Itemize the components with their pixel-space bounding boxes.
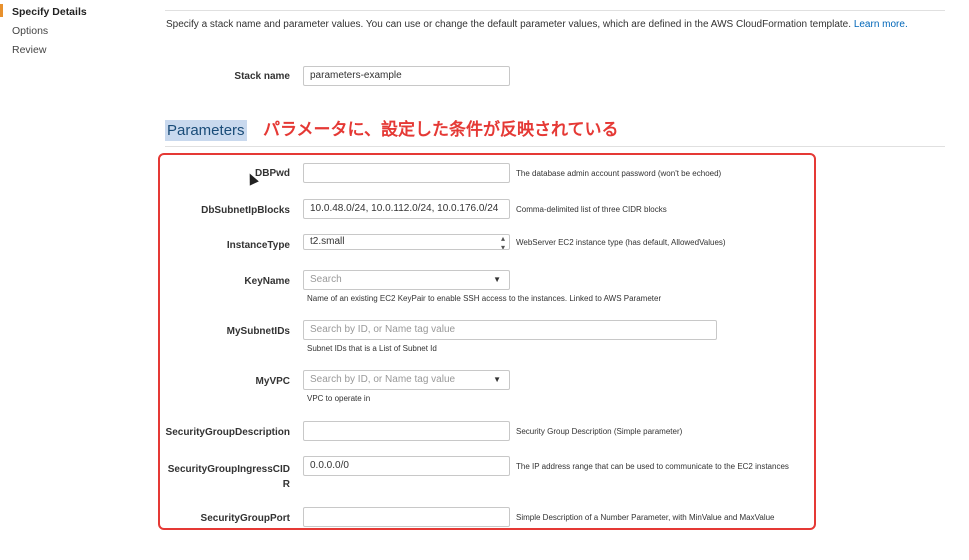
active-step-indicator xyxy=(0,4,3,17)
select-arrows-icon: ▴ ▾ xyxy=(500,234,505,250)
dbpwd-input[interactable] xyxy=(303,163,510,183)
parameters-heading: Parameters xyxy=(165,120,247,141)
instancetype-label: InstanceType xyxy=(226,240,290,251)
keyname-label: KeyName xyxy=(244,276,290,287)
intro-description: Specify a stack name and parameter value… xyxy=(166,19,852,30)
divider xyxy=(165,146,945,147)
sgingress-label-line2: R xyxy=(282,479,290,490)
mysubnetids-input[interactable]: Search by ID, or Name tag value xyxy=(303,320,717,340)
instancetype-select[interactable]: t2.small ▴ ▾ xyxy=(303,234,510,250)
dbpwd-label: DBPwd xyxy=(255,168,290,179)
sgport-hint: Simple Description of a Number Parameter… xyxy=(516,513,775,522)
annotation-text: パラメータに、設定した条件が反映されている xyxy=(263,120,619,139)
instancetype-value: t2.small xyxy=(310,236,345,247)
dbpwd-hint: The database admin account password (won… xyxy=(516,169,722,178)
instancetype-hint: WebServer EC2 instance type (has default… xyxy=(516,238,726,247)
sgingress-hint: The IP address range that can be used to… xyxy=(516,462,789,471)
myvpc-label: MyVPC xyxy=(255,376,290,387)
step-specify-details[interactable]: Specify Details xyxy=(12,6,87,18)
dbsubnet-label: DbSubnetIpBlocks xyxy=(201,205,290,216)
keyname-select[interactable]: Search ▼ xyxy=(303,270,510,290)
learn-more-link[interactable]: Learn more. xyxy=(854,19,908,30)
sgdesc-label: SecurityGroupDescription xyxy=(165,427,290,438)
sgport-input[interactable] xyxy=(303,507,510,527)
keyname-placeholder: Search xyxy=(310,274,342,285)
step-options[interactable]: Options xyxy=(12,25,48,37)
intro-text: Specify a stack name and parameter value… xyxy=(166,19,908,30)
myvpc-placeholder: Search by ID, or Name tag value xyxy=(310,374,456,385)
sgingress-input[interactable]: 0.0.0.0/0 xyxy=(303,456,510,476)
chevron-down-icon: ▼ xyxy=(493,375,501,384)
step-review[interactable]: Review xyxy=(12,44,46,56)
sgport-label: SecurityGroupPort xyxy=(200,513,290,524)
stack-name-input[interactable]: parameters-example xyxy=(303,66,510,86)
keyname-description: Name of an existing EC2 KeyPair to enabl… xyxy=(307,294,662,303)
mysubnetids-description: Subnet IDs that is a List of Subnet Id xyxy=(307,344,437,353)
sgdesc-input[interactable] xyxy=(303,421,510,441)
chevron-down-icon: ▼ xyxy=(493,275,501,284)
sgdesc-hint: Security Group Description (Simple param… xyxy=(516,427,683,436)
myvpc-description: VPC to operate in xyxy=(307,394,371,403)
mysubnetids-label: MySubnetIDs xyxy=(226,326,290,337)
sgingress-label-line1: SecurityGroupIngressCID xyxy=(167,464,290,475)
myvpc-select[interactable]: Search by ID, or Name tag value ▼ xyxy=(303,370,510,390)
stack-name-label: Stack name xyxy=(234,71,290,82)
divider xyxy=(165,10,945,11)
sgingress-label: SecurityGroupIngressCID R xyxy=(110,462,290,492)
dbsubnet-input[interactable]: 10.0.48.0/24, 10.0.112.0/24, 10.0.176.0/… xyxy=(303,199,510,219)
dbsubnet-hint: Comma-delimited list of three CIDR block… xyxy=(516,205,667,214)
